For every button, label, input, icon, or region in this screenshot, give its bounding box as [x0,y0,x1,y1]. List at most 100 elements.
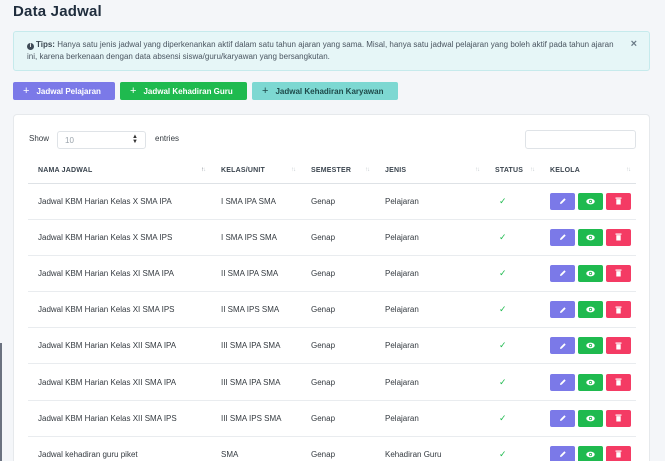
cell-kelola [540,436,636,461]
delete-button[interactable] [606,228,631,246]
table-row: Jadwal KBM Harian Kelas X SMA IPA I SMA I… [28,183,636,220]
cell-kelola [540,255,636,293]
delete-button[interactable] [606,301,631,319]
edit-button[interactable] [550,445,575,461]
cell-kelola [540,327,636,365]
cell-kelas-unit: I SMA IPA SMA [211,183,301,220]
cell-kelola [540,183,636,220]
add-jadwal-guru-button[interactable]: + Jadwal Kehadiran Guru [120,82,247,100]
status-check-icon: ✓ [485,400,540,437]
delete-button[interactable] [606,445,631,461]
status-check-icon: ✓ [485,183,540,220]
cell-jenis: Pelajaran [375,255,485,293]
sort-icon: ↑↓ [475,167,480,173]
table-row: Jadwal KBM Harian Kelas X SMA IPS I SMA I… [28,219,636,256]
cell-jenis: Pelajaran [375,291,485,329]
add-schedule-buttons: + Jadwal Pelajaran + Jadwal Kehadiran Gu… [13,82,403,100]
plus-icon: + [23,85,30,97]
add-jadwal-karyawan-label: Jadwal Kehadiran Karyawan [275,86,384,96]
plus-icon: + [130,85,137,97]
row-actions [550,409,636,427]
sort-icon: ↑↓ [530,167,535,173]
cell-kelola [540,363,636,401]
trash-icon [615,197,622,205]
page-title: Data Jadwal [13,3,102,20]
cell-semester: Genap [301,436,375,461]
cell-jenis: Kehadiran Guru [375,436,485,461]
cell-nama-jadwal: Jadwal KBM Harian Kelas XII SMA IPA [28,327,211,365]
sort-icon: ↑↓ [201,167,206,173]
delete-button[interactable] [606,409,631,427]
sort-icon: ↑↓ [365,167,370,173]
row-actions [550,445,636,461]
pencil-icon [559,378,567,386]
tips-alert: i Tips: Hanya satu jenis jadwal yang dipe… [13,31,650,71]
edit-button[interactable] [550,192,575,210]
add-jadwal-pelajaran-label: Jadwal Pelajaran [36,86,101,96]
view-button[interactable] [578,301,603,319]
edit-button[interactable] [550,301,575,319]
edit-button[interactable] [550,409,575,427]
add-jadwal-guru-label: Jadwal Kehadiran Guru [143,86,233,96]
add-jadwal-karyawan-button[interactable]: + Jadwal Kehadiran Karyawan [252,82,398,100]
cell-nama-jadwal: Jadwal KBM Harian Kelas X SMA IPS [28,219,211,256]
view-button[interactable] [578,409,603,427]
cell-jenis: Pelajaran [375,183,485,220]
view-button[interactable] [578,373,603,391]
trash-icon [615,269,622,277]
column-header-semester[interactable]: SEMESTER ↑↓ [301,158,375,184]
row-actions [550,373,636,391]
cell-semester: Genap [301,255,375,293]
cell-jenis: Pelajaran [375,327,485,365]
info-icon: i [27,43,34,50]
column-header-nama[interactable]: NAMA JADWAL ↑↓ [28,158,211,184]
cell-kelola [540,400,636,437]
row-actions [550,337,636,355]
column-header-status[interactable]: STATUS ↑↓ [485,158,540,184]
schedule-table: NAMA JADWAL ↑↓ KELAS/UNIT ↑↓ SEMESTER ↑↓ JE… [28,158,636,461]
cell-kelas-unit: III SMA IPA SMA [211,327,301,365]
pencil-icon [559,414,567,422]
table-row: Jadwal kehadiran guru piket SMA Genap Kehad… [28,436,636,461]
pencil-icon [559,306,567,314]
column-header-kelola[interactable]: KELOLA ↑↓ [540,158,636,184]
pencil-icon [559,450,567,458]
cell-kelas-unit: II SMA IPS SMA [211,291,301,329]
delete-button[interactable] [606,337,631,355]
view-button[interactable] [578,337,603,355]
status-check-icon: ✓ [485,219,540,256]
delete-button[interactable] [606,373,631,391]
row-actions [550,264,636,282]
trash-icon [615,450,622,458]
cell-semester: Genap [301,219,375,256]
add-jadwal-pelajaran-button[interactable]: + Jadwal Pelajaran [13,82,115,100]
column-header-kelas[interactable]: KELAS/UNIT ↑↓ [211,158,301,184]
entries-select[interactable]: 10 ▲ ▼ [57,131,146,149]
tips-label: Tips: [36,40,55,49]
eye-icon [586,379,595,386]
view-button[interactable] [578,192,603,210]
delete-button[interactable] [606,192,631,210]
edit-button[interactable] [550,228,575,246]
cell-semester: Genap [301,327,375,365]
trash-icon [615,306,622,314]
view-button[interactable] [578,445,603,461]
cell-semester: Genap [301,363,375,401]
delete-button[interactable] [606,264,631,282]
sort-icon: ↑↓ [626,167,631,173]
view-button[interactable] [578,228,603,246]
cell-nama-jadwal: Jadwal KBM Harian Kelas XII SMA IPS [28,400,211,437]
table-row: Jadwal KBM Harian Kelas XII SMA IPA III S… [28,363,636,401]
status-check-icon: ✓ [485,291,540,329]
cell-kelas-unit: SMA [211,436,301,461]
cell-kelas-unit: III SMA IPS SMA [211,400,301,437]
view-button[interactable] [578,264,603,282]
close-icon[interactable]: × [631,39,637,50]
edit-button[interactable] [550,337,575,355]
search-input[interactable] [525,130,636,149]
cell-kelas-unit: II SMA IPA SMA [211,255,301,293]
edit-button[interactable] [550,373,575,391]
column-header-jenis[interactable]: JENIS ↑↓ [375,158,485,184]
cell-nama-jadwal: Jadwal KBM Harian Kelas XI SMA IPA [28,255,211,293]
edit-button[interactable] [550,264,575,282]
